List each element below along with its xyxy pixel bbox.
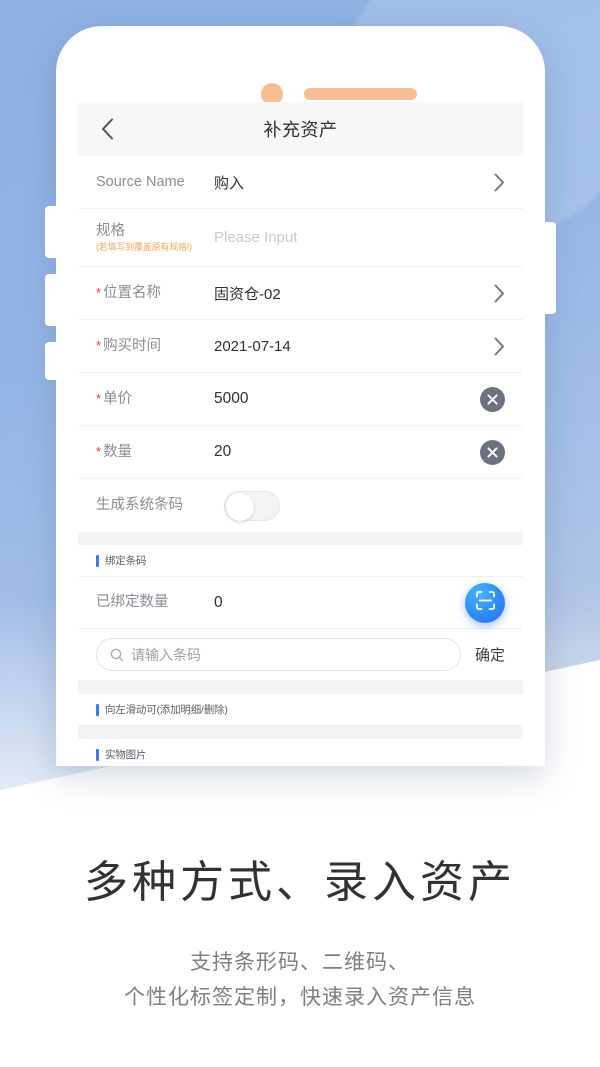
marketing-subtext-line-1: 支持条形码、二维码、 xyxy=(190,951,410,974)
field-value: 固资仓-02 xyxy=(214,285,281,303)
power-button[interactable] xyxy=(543,222,556,314)
mute-switch-button[interactable] xyxy=(45,342,58,380)
field-value[interactable]: 5000 xyxy=(214,390,480,408)
form-row-source-name[interactable]: Source Name 购入 xyxy=(78,156,523,209)
field-label: * 位置名称 xyxy=(96,284,214,302)
form-row-location[interactable]: * 位置名称 固资仓-02 xyxy=(78,267,523,320)
section-title: 绑定条码 xyxy=(105,555,147,567)
form-row-quantity[interactable]: * 数量 20 xyxy=(78,426,523,479)
field-label-text: 单价 xyxy=(103,390,133,407)
required-marker: * xyxy=(96,337,102,353)
field-placeholder[interactable]: Please Input xyxy=(214,229,483,246)
field-label-text: 生成系统条码 xyxy=(96,497,183,514)
chevron-right-icon[interactable] xyxy=(483,337,505,356)
section-divider xyxy=(78,532,523,545)
chevron-right-icon[interactable] xyxy=(483,284,505,303)
screenshot-stage: 补充资产 Source Name 购入 规格 (若填写到覆盖原有规格!) Ple… xyxy=(0,0,600,1067)
form-row-unit-price[interactable]: * 单价 5000 xyxy=(78,373,523,426)
field-label: 规格 (若填写到覆盖原有规格!) xyxy=(96,222,214,253)
chevron-left-icon xyxy=(101,118,114,140)
field-label-text: Source Name xyxy=(96,173,185,190)
search-icon xyxy=(110,648,124,662)
field-label-text: 规格 xyxy=(96,222,125,239)
form-row-bound-count: 已绑定数量 0 xyxy=(78,577,523,629)
navbar: 补充资产 xyxy=(78,102,523,156)
marketing-subtext-line-2: 个性化标签定制，快速录入资产信息 xyxy=(124,985,476,1009)
required-marker: * xyxy=(96,390,102,406)
section-header-bind-barcode: 绑定条码 xyxy=(78,545,523,577)
barcode-search-input[interactable]: 请输入条码 xyxy=(96,638,461,671)
clear-icon[interactable] xyxy=(480,439,505,465)
confirm-button[interactable]: 确定 xyxy=(475,644,505,665)
section-title: 向左滑动可(添加明细/删除) xyxy=(105,704,228,716)
field-label: 已绑定数量 xyxy=(96,593,214,611)
field-label-text: 位置名称 xyxy=(103,284,162,301)
field-label-text: 数量 xyxy=(103,443,133,460)
required-marker: * xyxy=(96,443,102,459)
speaker-grill xyxy=(304,88,417,100)
barcode-scan-icon xyxy=(475,590,496,616)
field-value: 2021-07-14 xyxy=(214,337,291,355)
barcode-search-row: 请输入条码 确定 xyxy=(78,629,523,681)
field-label: Source Name xyxy=(96,173,214,191)
chevron-right-icon[interactable] xyxy=(483,173,505,192)
phone-mockup: 补充资产 Source Name 购入 规格 (若填写到覆盖原有规格!) Ple… xyxy=(45,26,556,766)
marketing-subtext: 支持条形码、二维码、 个性化标签定制，快速录入资产信息 xyxy=(0,946,600,1015)
phone-screen: 补充资产 Source Name 购入 规格 (若填写到覆盖原有规格!) Ple… xyxy=(78,102,523,766)
field-hint-text: (若填写到覆盖原有规格!) xyxy=(96,241,192,252)
section-divider xyxy=(78,726,523,739)
page-title: 补充资产 xyxy=(263,120,338,140)
form-row-spec[interactable]: 规格 (若填写到覆盖原有规格!) Please Input xyxy=(78,209,523,267)
back-button[interactable] xyxy=(94,116,120,142)
volume-down-button[interactable] xyxy=(45,274,58,326)
field-label: * 购买时间 xyxy=(96,337,214,355)
field-label: * 数量 xyxy=(96,443,214,461)
section-header-swipe-hint: 向左滑动可(添加明细/删除) xyxy=(78,694,523,726)
section-accent-bar xyxy=(96,748,99,761)
field-label: * 单价 xyxy=(96,390,214,408)
field-label-text: 已绑定数量 xyxy=(96,594,169,611)
field-value: 0 xyxy=(214,593,223,611)
field-label-text: 购买时间 xyxy=(103,337,162,354)
form-row-purchase-date[interactable]: * 购买时间 2021-07-14 xyxy=(78,320,523,373)
clear-icon[interactable] xyxy=(480,386,505,412)
barcode-search-placeholder: 请输入条码 xyxy=(131,646,201,663)
marketing-copy: 多种方式、录入资产 支持条形码、二维码、 个性化标签定制，快速录入资产信息 xyxy=(0,855,600,1015)
toggle-knob xyxy=(226,492,254,521)
form-row-generate-barcode[interactable]: 生成系统条码 xyxy=(78,479,523,532)
generate-barcode-toggle[interactable] xyxy=(224,490,280,521)
section-accent-bar xyxy=(96,703,99,716)
section-divider xyxy=(78,681,523,694)
volume-up-button[interactable] xyxy=(45,206,58,258)
section-header-photos: 实物图片 xyxy=(78,739,523,766)
marketing-headline: 多种方式、录入资产 xyxy=(84,858,516,907)
section-title: 实物图片 xyxy=(105,749,147,761)
section-accent-bar xyxy=(96,554,99,567)
field-value[interactable]: 20 xyxy=(214,443,480,461)
barcode-scan-button[interactable] xyxy=(465,582,505,623)
field-label: 生成系统条码 xyxy=(96,496,224,514)
required-marker: * xyxy=(96,284,102,300)
field-value: 购入 xyxy=(214,174,245,192)
